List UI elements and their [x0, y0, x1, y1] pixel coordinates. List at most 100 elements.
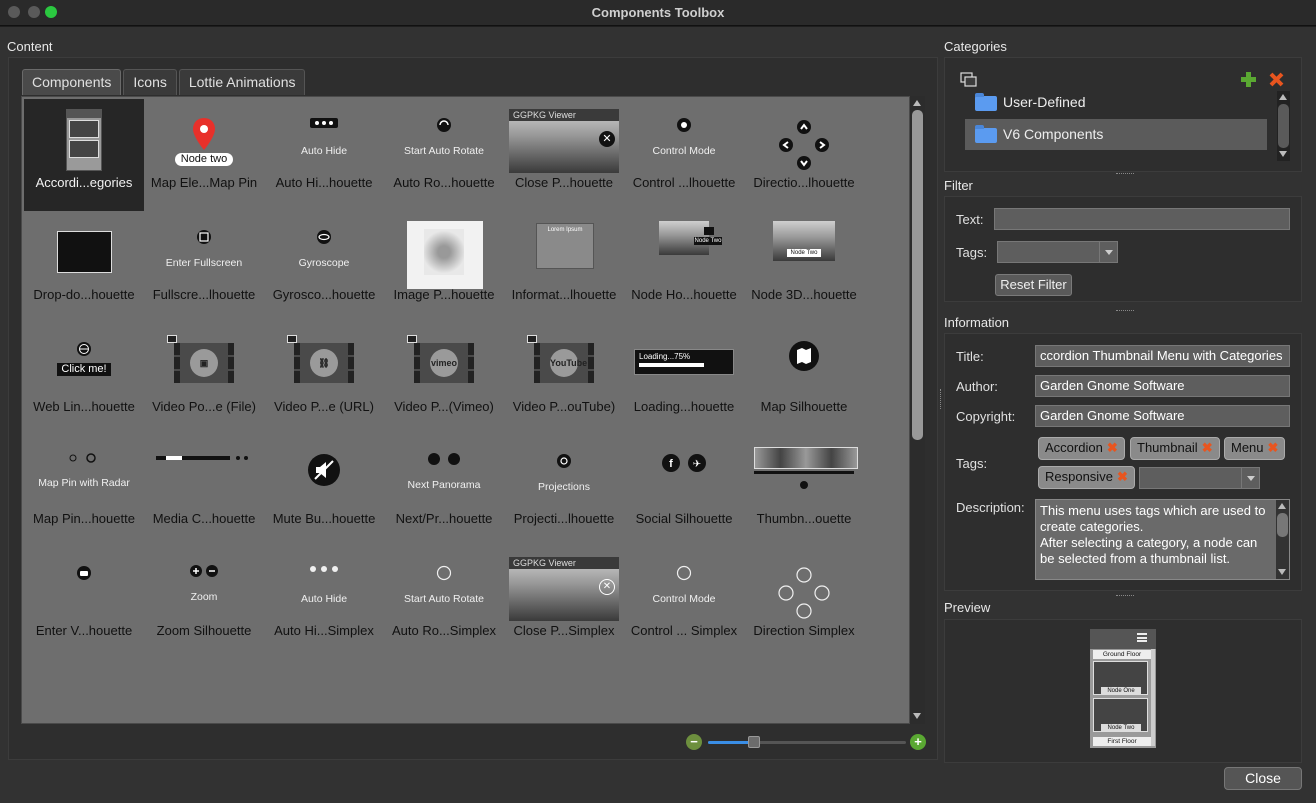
component-tile-projections[interactable]: Projections Projecti...lhouette — [504, 435, 624, 547]
component-tile-direction-simplex[interactable]: Direction Simplex — [744, 547, 864, 659]
scroll-thumb[interactable] — [1277, 513, 1288, 537]
component-tile-node-3d[interactable]: Node Two Node 3D...houette — [744, 211, 864, 323]
component-tile-label: Control ... Simplex — [630, 623, 738, 638]
category-v6-components[interactable]: V6 Components — [965, 119, 1267, 150]
component-tile-thumbnail[interactable]: Thumbn...ouette — [744, 435, 864, 547]
component-tile-node-hotspot[interactable]: Node Two Node Ho...houette — [624, 211, 744, 323]
components-scrollbar[interactable] — [910, 96, 925, 724]
component-tile-mute[interactable]: Mute Bu...houette — [264, 435, 384, 547]
component-tile-direction[interactable]: Directio...lhouette — [744, 99, 864, 211]
title-field[interactable]: ccordion Thumbnail Menu with Categories — [1035, 345, 1290, 367]
component-tile-media-controller[interactable]: Media C...houette — [144, 435, 264, 547]
author-field[interactable]: Garden Gnome Software — [1035, 375, 1290, 397]
tab-lottie-animations[interactable]: Lottie Animations — [178, 69, 306, 95]
filter-tags-combo[interactable] — [997, 241, 1118, 263]
tag-label: Menu — [1231, 440, 1264, 455]
component-tile-label: Direction Simplex — [753, 623, 855, 638]
component-tile-label: Projecti...lhouette — [513, 511, 615, 526]
component-tile-auto-rotate[interactable]: Start Auto Rotate Auto Ro...houette — [384, 99, 504, 211]
component-thumbnail: Map Pin with Radar — [24, 439, 144, 521]
reset-filter-button[interactable]: Reset Filter — [995, 274, 1072, 296]
component-tile-video-youtube[interactable]: YouTube Video P...ouTube) — [504, 323, 624, 435]
component-tile-ggpkg-viewer-simplex[interactable]: GGPKG Viewer ✕ Close P...Simplex — [504, 547, 624, 659]
tab-icons[interactable]: Icons — [123, 69, 177, 95]
component-tile-video-url[interactable]: ⛓ Video P...e (URL) — [264, 323, 384, 435]
component-tile-web-link[interactable]: Click me! Web Lin...houette — [24, 323, 144, 435]
component-tile-label: Drop-do...houette — [33, 287, 135, 302]
scroll-up-icon[interactable] — [913, 100, 921, 106]
filter-label: Filter — [944, 178, 973, 193]
component-thumbnail: GGPKG Viewer ✕ — [504, 103, 624, 185]
zoom-in-icon[interactable]: + — [910, 734, 926, 750]
scroll-thumb[interactable] — [1278, 104, 1289, 148]
component-thumbnail — [744, 327, 864, 409]
component-tile-label: Fullscre...lhouette — [152, 287, 256, 302]
remove-tag-icon[interactable]: ✖ — [1107, 440, 1118, 456]
component-tile-dropdown[interactable]: Drop-do...houette — [24, 211, 144, 323]
component-tile-ggpkg-viewer[interactable]: GGPKG Viewer ✕ Close P...houette — [504, 99, 624, 211]
component-tile-video-vimeo[interactable]: vimeo Video P...(Vimeo) — [384, 323, 504, 435]
add-category-icon[interactable] — [1240, 71, 1257, 88]
component-thumbnail: Control Mode — [624, 103, 744, 185]
component-tile-auto-hide-simplex[interactable]: Auto Hide Auto Hi...Simplex — [264, 547, 384, 659]
copyright-field[interactable]: Garden Gnome Software — [1035, 405, 1290, 427]
components-grid: Accordi...egories Node two Map Ele...Map P… — [21, 96, 910, 724]
component-thumbnail — [24, 551, 144, 633]
splitter-handle[interactable] — [1116, 310, 1134, 312]
component-tile-label: Informat...lhouette — [511, 287, 617, 302]
component-tile-label: Media C...houette — [152, 511, 256, 526]
category-user-defined[interactable]: User-Defined — [965, 87, 1267, 118]
description-scrollbar[interactable] — [1276, 500, 1289, 579]
component-tile-info-popup[interactable]: Lorem Ipsum Informat...lhouette — [504, 211, 624, 323]
component-tile-map-pin[interactable]: Node two Map Ele...Map Pin — [144, 99, 264, 211]
scroll-thumb[interactable] — [912, 110, 923, 440]
vertical-splitter-handle[interactable] — [940, 389, 943, 409]
component-tile-map[interactable]: Map Silhouette — [744, 323, 864, 435]
component-tile-control-mode[interactable]: Control Mode Control ...lhouette — [624, 99, 744, 211]
scroll-down-icon[interactable] — [913, 713, 921, 719]
scroll-up-icon[interactable] — [1278, 503, 1286, 509]
component-tile-enter-vr[interactable]: Enter V...houette — [24, 547, 144, 659]
zoom-out-icon[interactable]: − — [686, 734, 702, 750]
categories-scrollbar[interactable] — [1277, 91, 1290, 161]
component-tile-fullscreen[interactable]: Enter Fullscreen Fullscre...lhouette — [144, 211, 264, 323]
remove-category-icon[interactable] — [1268, 71, 1285, 88]
add-tag-combo[interactable] — [1139, 467, 1260, 489]
remove-tag-icon[interactable]: ✖ — [1268, 440, 1279, 456]
remove-tag-icon[interactable]: ✖ — [1202, 440, 1213, 456]
scroll-down-icon[interactable] — [1278, 569, 1286, 575]
component-tile-social[interactable]: f ✈ Social Silhouette — [624, 435, 744, 547]
filter-text-input[interactable] — [994, 208, 1290, 230]
category-label: User-Defined — [1003, 94, 1086, 110]
scroll-up-icon[interactable] — [1279, 94, 1287, 100]
component-tile-gyroscope[interactable]: Gyroscope Gyrosco...houette — [264, 211, 384, 323]
component-tile-map-pin-radar[interactable]: Map Pin with Radar Map Pin...houette — [24, 435, 144, 547]
component-tile-label: Accordi...egories — [35, 175, 133, 190]
title-label: Title: — [956, 349, 984, 364]
info-tags-label: Tags: — [956, 456, 988, 471]
tab-components[interactable]: Components — [22, 69, 122, 95]
component-tile-image-popup[interactable]: Image P...houette — [384, 211, 504, 323]
component-tile-auto-hide[interactable]: Auto Hide Auto Hi...houette — [264, 99, 384, 211]
splitter-handle[interactable] — [1116, 173, 1134, 175]
hamburger-icon — [1137, 633, 1147, 642]
tag-label: Responsive — [1045, 469, 1113, 484]
remove-tag-icon[interactable]: ✖ — [1117, 469, 1128, 485]
component-tile-control-mode-simplex[interactable]: Control Mode Control ... Simplex — [624, 547, 744, 659]
component-tile-label: Gyrosco...houette — [272, 287, 376, 302]
component-tile-zoom[interactable]: Zoom Zoom Silhouette — [144, 547, 264, 659]
preview-image: Ground Floor Node One Node Two First Flo… — [1090, 629, 1156, 748]
component-tile-auto-rotate-simplex[interactable]: Start Auto Rotate Auto Ro...Simplex — [384, 547, 504, 659]
component-thumbnail: Node two — [144, 103, 264, 185]
zoom-slider-knob[interactable] — [748, 736, 760, 748]
scroll-down-icon[interactable] — [1279, 151, 1287, 157]
close-button[interactable]: Close — [1224, 767, 1302, 790]
splitter-handle[interactable] — [1116, 595, 1134, 597]
component-tile-loading[interactable]: Loading...75% Loading...houette — [624, 323, 744, 435]
thumb-caption: Auto Hide — [300, 145, 348, 157]
component-tile-video-file[interactable]: ▣ Video Po...e (File) — [144, 323, 264, 435]
component-tile-next-panorama[interactable]: Next Panorama Next/Pr...houette — [384, 435, 504, 547]
description-textarea[interactable]: This menu uses tags which are used to cr… — [1035, 499, 1290, 580]
component-tile-accordion-thumbnail[interactable]: Accordi...egories — [24, 99, 144, 211]
component-tile-label: Close P...houette — [514, 175, 614, 190]
